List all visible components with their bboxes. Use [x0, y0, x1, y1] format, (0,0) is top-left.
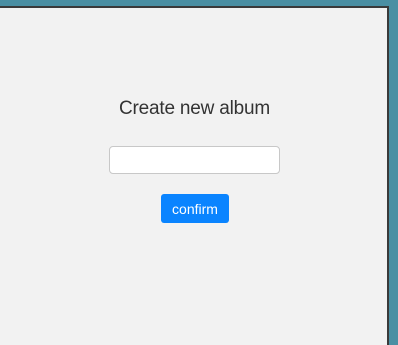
album-dialog-panel: Create new album confirm — [0, 6, 389, 345]
dialog-title: Create new album — [119, 98, 270, 119]
album-name-input[interactable] — [109, 146, 280, 174]
confirm-button[interactable]: confirm — [161, 194, 229, 223]
